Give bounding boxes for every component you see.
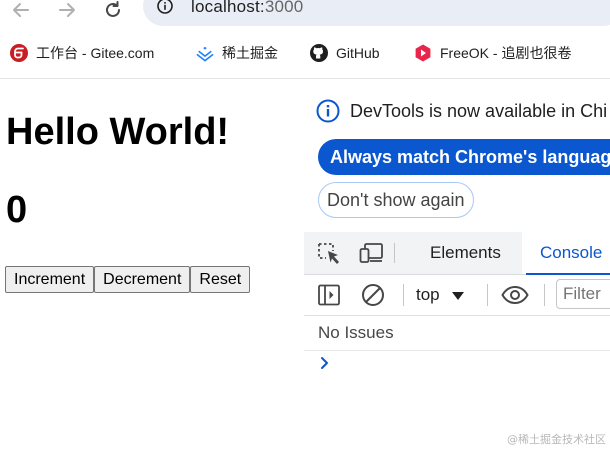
counter-controls: Increment Decrement Reset (5, 266, 251, 293)
inspect-element-button[interactable] (316, 241, 342, 265)
browser-toolbar: localhost:3000 (0, 0, 610, 30)
bookmarks-bar: 工作台 - Gitee.com 稀土掘金 GitHub FreeOK - 追剧也… (0, 38, 610, 68)
bookmark-label: FreeOK - 追剧也很卷 (440, 45, 572, 61)
bookmark-juejin[interactable]: 稀土掘金 (196, 42, 278, 64)
devtools-tab-bar: Elements Console (304, 232, 610, 275)
caret-down-icon (451, 285, 464, 305)
watermark: @稀土掘金技术社区 (507, 433, 606, 446)
device-toolbar-button[interactable] (359, 241, 385, 265)
reload-button[interactable] (101, 0, 125, 20)
sidebar-icon (318, 284, 340, 306)
bookmark-gitee[interactable]: 工作台 - Gitee.com (10, 42, 154, 64)
tab-console[interactable]: Console (525, 232, 610, 275)
dont-show-again-button[interactable]: Don't show again (318, 182, 474, 218)
page-viewport: Hello World! 0 Increment Decrement Reset (0, 79, 304, 451)
select-element-icon (318, 243, 339, 264)
page-heading: Hello World! (6, 111, 230, 153)
language-notice: DevTools is now available in Chi (316, 99, 607, 123)
toolbar-separator (487, 284, 488, 306)
bookmark-label: 工作台 - Gitee.com (36, 45, 155, 61)
juejin-icon (196, 44, 214, 62)
console-filter-input[interactable] (556, 279, 610, 309)
site-info-icon[interactable] (157, 0, 173, 18)
decrement-button[interactable]: Decrement (94, 266, 191, 293)
info-icon (316, 99, 340, 123)
bookmark-label: GitHub (336, 45, 380, 61)
arrow-right-icon (59, 3, 75, 17)
github-icon (310, 44, 328, 62)
device-mode-icon (359, 243, 383, 263)
match-language-button[interactable]: Always match Chrome's language (318, 139, 610, 175)
reset-button[interactable]: Reset (190, 266, 251, 293)
increment-button[interactable]: Increment (5, 266, 95, 293)
reload-icon (106, 1, 120, 17)
toolbar-separator (544, 284, 545, 306)
address-bar[interactable]: localhost:3000 (143, 0, 610, 26)
bookmark-freeok[interactable]: FreeOK - 追剧也很卷 (414, 42, 571, 64)
live-expression-button[interactable] (500, 283, 530, 307)
notice-text: DevTools is now available in Chi (350, 100, 608, 121)
toolbar-separator (394, 243, 395, 263)
bookmark-label: 稀土掘金 (222, 45, 278, 61)
context-selector[interactable]: top (416, 283, 464, 307)
clear-icon (362, 284, 384, 306)
arrow-left-icon (13, 3, 29, 17)
freeok-icon (414, 44, 432, 62)
issues-status: No Issues (318, 323, 394, 342)
console-prompt[interactable] (320, 355, 330, 374)
counter-value: 0 (6, 189, 28, 231)
toolbar-separator (403, 284, 404, 306)
forward-button[interactable] (55, 0, 79, 20)
bookmark-github[interactable]: GitHub (310, 42, 380, 64)
console-toolbar: top (304, 275, 610, 316)
devtools-panel: DevTools is now available in Chi Always … (304, 79, 610, 451)
tab-elements[interactable]: Elements (430, 232, 501, 274)
eye-icon (501, 286, 529, 304)
back-button[interactable] (9, 0, 33, 20)
gitee-icon (10, 44, 28, 62)
chevron-right-icon (321, 357, 328, 369)
toggle-sidebar-button[interactable] (316, 283, 342, 307)
context-label: top (416, 285, 440, 304)
clear-console-button[interactable] (360, 283, 386, 307)
url-text: localhost:3000 (191, 0, 304, 16)
console-divider (304, 350, 610, 351)
